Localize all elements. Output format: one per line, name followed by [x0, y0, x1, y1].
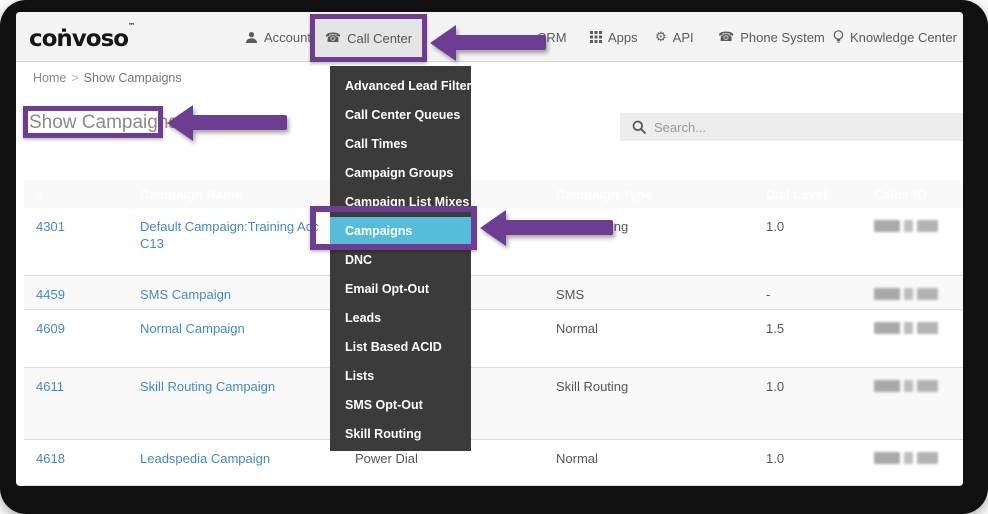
caller-id-cell: [874, 310, 963, 367]
lightbulb-icon: [833, 30, 844, 44]
gear-icon: ⚙: [655, 30, 667, 45]
caller-id-cell: [874, 440, 963, 485]
table-row: 4459 SMS Campaign SMS-: [24, 276, 963, 310]
dropdown-item-lists[interactable]: Lists: [330, 362, 471, 391]
campaign-id-link[interactable]: 4459: [36, 287, 65, 302]
dial-level-cell: 1.5: [766, 310, 874, 367]
caller-id-cell: [874, 276, 963, 309]
nav-item-apps[interactable]: Apps: [590, 12, 638, 62]
col-header-campaign-name[interactable]: Campaign Name: [140, 180, 355, 208]
col-header-dial-level[interactable]: Dial Level: [766, 180, 874, 208]
caller-id-cell: [874, 208, 963, 275]
annotation-box-campaigns-item: [310, 206, 477, 250]
campaign-type-cell: Normal: [556, 310, 766, 367]
nav-item-account[interactable]: Account: [245, 12, 311, 62]
dial-level-cell: 1.0: [766, 208, 874, 275]
dropdown-item-call-times[interactable]: Call Times: [330, 130, 471, 159]
redacted-caller-id: [874, 288, 938, 300]
user-icon: [245, 31, 258, 44]
dropdown-item-list-based-acid[interactable]: List Based ACID: [330, 333, 471, 362]
search-icon: [632, 120, 646, 134]
campaign-type-cell: Skill Routing: [556, 368, 766, 439]
dial-level-cell: -: [766, 276, 874, 309]
dropdown-item-dnc[interactable]: DNC: [330, 246, 471, 275]
trademark-mark: ™: [128, 22, 135, 30]
app-screen: coṅvoso™ Account ☎ Call Center CRM Apps: [16, 12, 963, 486]
campaign-type-cell: Normal: [556, 440, 766, 485]
search-box[interactable]: [620, 113, 963, 141]
breadcrumb: Home > Show Campaigns: [33, 71, 182, 85]
breadcrumb-current: Show Campaigns: [84, 71, 182, 85]
table-row: 4611 Skill Routing Campaign Skill Routing1…: [24, 368, 963, 440]
dropdown-item-advanced-lead-filters[interactable]: Advanced Lead Filters: [330, 72, 471, 101]
annotation-arrow-call-center: [430, 25, 546, 61]
table-body: 4301 Default Campaign:Training AccC13 Skil…: [24, 208, 963, 486]
table-row: 4609 Normal Campaign Normal1.5: [24, 310, 963, 368]
col-header-campaign-type[interactable]: Campaign Type: [556, 180, 766, 208]
campaign-id-link[interactable]: 4609: [36, 321, 65, 336]
table-header-row: # Campaign Name Campaign Type Dial Level…: [24, 180, 963, 208]
phone-icon: ☎: [718, 30, 734, 45]
convoso-logo[interactable]: coṅvoso™: [29, 22, 135, 52]
annotation-box-call-center: [310, 14, 427, 62]
nav-item-api[interactable]: ⚙ API: [655, 12, 694, 62]
nav-item-phone-system[interactable]: ☎ Phone System: [718, 12, 825, 62]
campaign-name-link[interactable]: Normal Campaign: [140, 321, 245, 336]
dial-level-cell: 1.0: [766, 440, 874, 485]
grid-icon: [590, 31, 602, 43]
col-header-caller-id[interactable]: Caller ID: [874, 180, 963, 208]
redacted-caller-id: [874, 322, 938, 334]
campaign-id-link[interactable]: 4611: [36, 379, 64, 394]
campaign-name-link[interactable]: Leadspedia Campaign: [140, 451, 270, 466]
redacted-caller-id: [874, 380, 938, 392]
nav-item-knowledge-center[interactable]: Knowledge Center: [833, 12, 957, 62]
breadcrumb-home-link[interactable]: Home: [33, 71, 66, 85]
annotation-arrow-page-title: [167, 105, 287, 141]
campaign-name-link[interactable]: SMS Campaign: [140, 287, 231, 302]
dropdown-item-skill-routing[interactable]: Skill Routing: [330, 420, 471, 449]
dropdown-item-sms-opt-out[interactable]: SMS Opt-Out: [330, 391, 471, 420]
dropdown-item-campaign-groups[interactable]: Campaign Groups: [330, 159, 471, 188]
campaign-type-cell: SMS: [556, 276, 766, 309]
dropdown-item-call-center-queues[interactable]: Call Center Queues: [330, 101, 471, 130]
redacted-caller-id: [874, 452, 938, 464]
screenshot-stage: coṅvoso™ Account ☎ Call Center CRM Apps: [0, 0, 988, 514]
table-row: 4618Leadspedia CampaignPower DialNormal1…: [24, 440, 963, 486]
search-input[interactable]: [654, 120, 934, 135]
dropdown-item-email-opt-out[interactable]: Email Opt-Out: [330, 275, 471, 304]
breadcrumb-separator: >: [71, 71, 78, 85]
col-header-id[interactable]: #: [24, 180, 140, 208]
call-center-dropdown: Advanced Lead FiltersCall Center QueuesC…: [330, 66, 471, 451]
annotation-arrow-campaigns-item: [480, 210, 613, 246]
campaign-id-link[interactable]: 4301: [36, 219, 65, 234]
annotation-box-page-title: [23, 106, 163, 138]
campaign-id-link[interactable]: 4618: [36, 451, 65, 466]
dial-level-cell: 1.0: [766, 368, 874, 439]
campaign-name-link[interactable]: Skill Routing Campaign: [140, 379, 275, 394]
dropdown-item-leads[interactable]: Leads: [330, 304, 471, 333]
campaign-name-link[interactable]: Default Campaign:Training AccC13: [140, 219, 319, 251]
redacted-caller-id: [874, 220, 938, 232]
caller-id-cell: [874, 368, 963, 439]
